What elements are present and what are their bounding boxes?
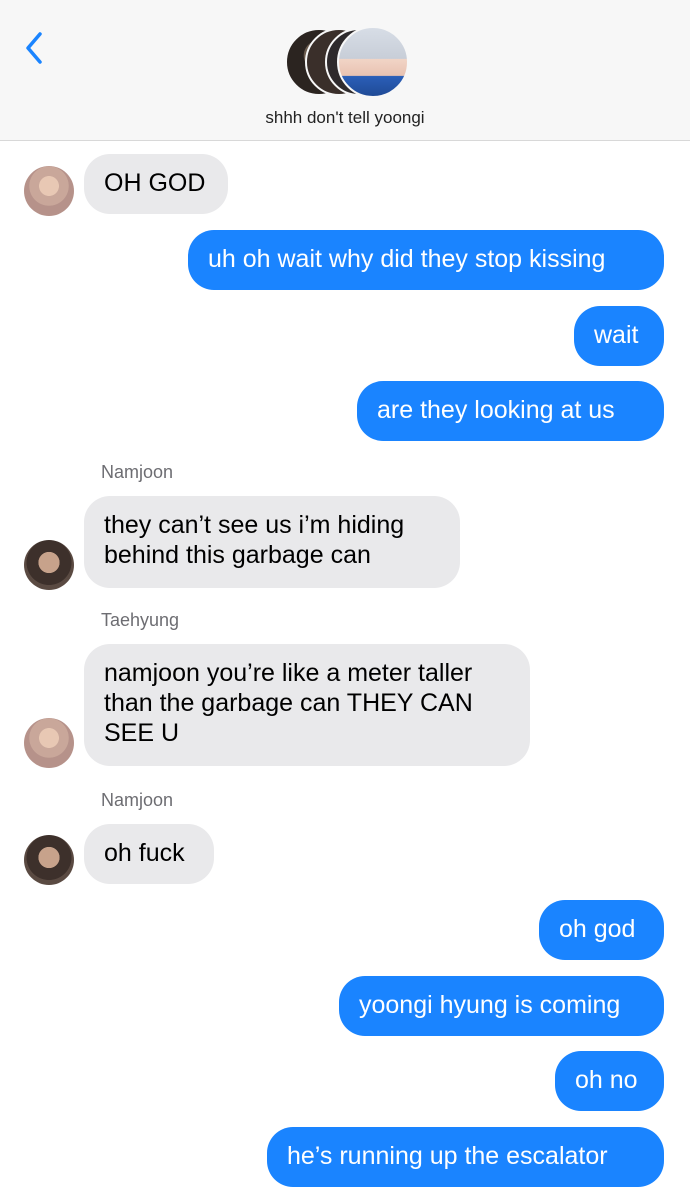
avatar[interactable] bbox=[24, 540, 74, 590]
message-bubble-incoming[interactable]: namjoon you’re like a meter taller than … bbox=[84, 644, 530, 766]
message-bubble-outgoing[interactable]: oh god bbox=[539, 900, 664, 960]
avatar[interactable] bbox=[24, 718, 74, 768]
message-bubble-incoming[interactable]: OH GOD bbox=[84, 154, 228, 214]
message-bubble-outgoing[interactable]: are they looking at us bbox=[357, 381, 664, 441]
group-title[interactable]: shhh don't tell yoongi bbox=[0, 108, 690, 128]
sender-name: Namjoon bbox=[101, 790, 174, 810]
sender-name: Namjoon bbox=[101, 462, 174, 482]
back-button[interactable] bbox=[18, 28, 54, 68]
message-bubble-outgoing[interactable]: he’s running up the escalator bbox=[267, 1127, 664, 1187]
member-avatar bbox=[337, 26, 409, 98]
chat-header: shhh don't tell yoongi bbox=[0, 0, 690, 141]
message-bubble-outgoing[interactable]: yoongi hyung is coming bbox=[339, 976, 664, 1036]
group-avatar-stack[interactable] bbox=[285, 26, 409, 98]
message-bubble-incoming[interactable]: they can’t see us i’m hiding behind this… bbox=[84, 496, 460, 588]
avatar[interactable] bbox=[24, 166, 74, 216]
message-bubble-outgoing[interactable]: oh no bbox=[555, 1051, 664, 1111]
sender-name: Taehyung bbox=[101, 610, 180, 630]
message-bubble-outgoing[interactable]: uh oh wait why did they stop kissing bbox=[188, 230, 664, 290]
avatar[interactable] bbox=[24, 835, 74, 885]
chevron-left-icon bbox=[26, 32, 42, 64]
message-bubble-incoming[interactable]: oh fuck bbox=[84, 824, 214, 884]
message-bubble-outgoing[interactable]: wait bbox=[574, 306, 664, 366]
